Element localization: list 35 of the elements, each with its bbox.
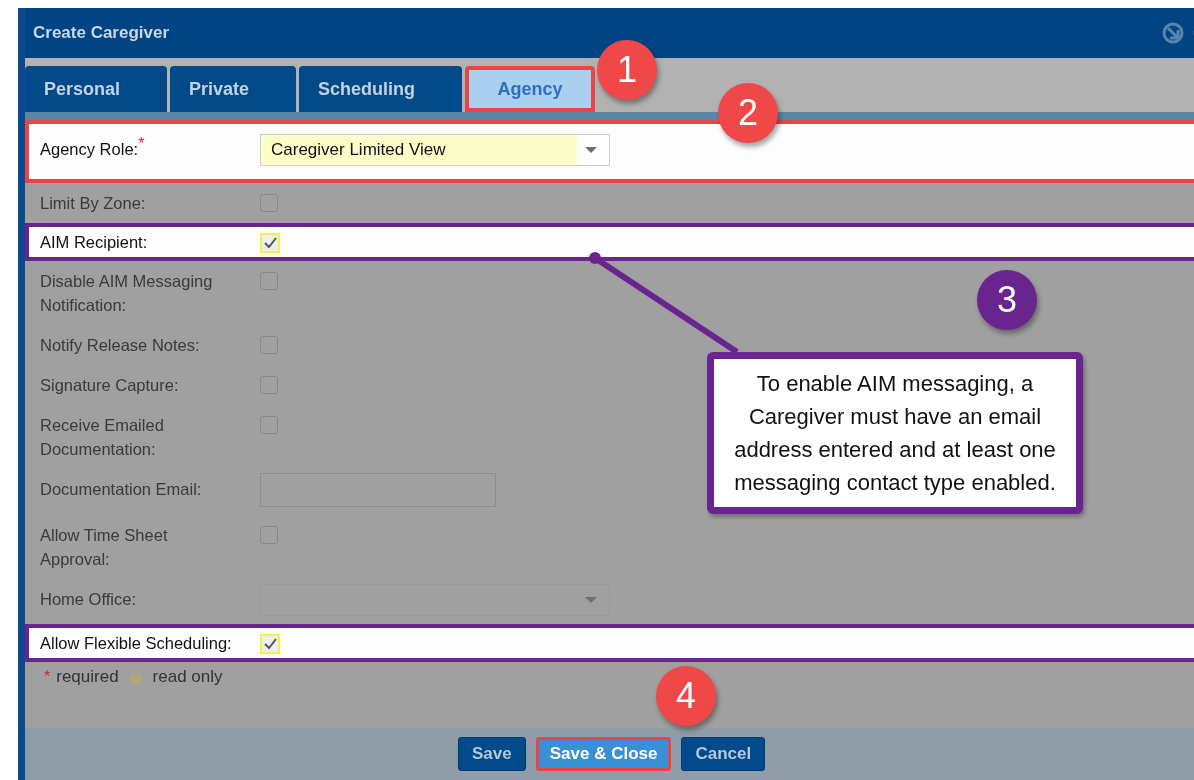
- window-title: Create Caregiver: [33, 23, 171, 43]
- callout-note: To enable AIM messaging, a Caregiver must have an email address entered and at least one messaging contact type enabled.: [707, 352, 1083, 514]
- field-label: Limit By Zone:: [40, 193, 147, 214]
- field-label: Allow Flexible Scheduling:: [40, 633, 233, 654]
- dropdown-field[interactable]: [260, 584, 610, 616]
- field-label: Disable AIM Messaging Notification:: [40, 271, 214, 316]
- tab[interactable]: Scheduling: [299, 66, 462, 112]
- tab[interactable]: Private: [170, 66, 296, 112]
- dropdown-field[interactable]: Caregiver Limited View: [260, 134, 610, 166]
- checkbox[interactable]: [260, 526, 278, 544]
- checkbox[interactable]: [260, 376, 278, 394]
- tab[interactable]: Agency: [465, 66, 595, 112]
- caret-icon: [585, 597, 597, 603]
- field-label: Allow Time Sheet Approval:: [40, 525, 169, 570]
- checkbox[interactable]: [260, 336, 278, 354]
- field-label: Home Office:: [40, 589, 137, 610]
- tab[interactable]: Personal: [25, 66, 167, 112]
- field-label: AIM Recipient:: [40, 232, 149, 253]
- field-label: Documentation Email:: [40, 479, 203, 500]
- lock-icon: [130, 671, 141, 683]
- dialog-button[interactable]: Save: [458, 737, 526, 771]
- caret-icon: [585, 147, 597, 153]
- minimize-icon[interactable]: [1162, 22, 1184, 44]
- checkbox[interactable]: [260, 194, 278, 212]
- checkbox[interactable]: [260, 272, 278, 290]
- legend-text: required: [56, 667, 119, 687]
- field-label: Signature Capture:: [40, 375, 180, 396]
- field-label: Receive Emailed Documentation:: [40, 415, 165, 460]
- dialog-button[interactable]: Save & Close: [535, 737, 672, 771]
- dialog-button[interactable]: Cancel: [681, 737, 766, 771]
- checkbox[interactable]: [260, 416, 278, 434]
- field-label: Agency Role:*: [40, 137, 146, 160]
- required-mark: *: [44, 669, 51, 685]
- legend-text: read only: [152, 667, 223, 687]
- field-label: Notify Release Notes:: [40, 335, 201, 356]
